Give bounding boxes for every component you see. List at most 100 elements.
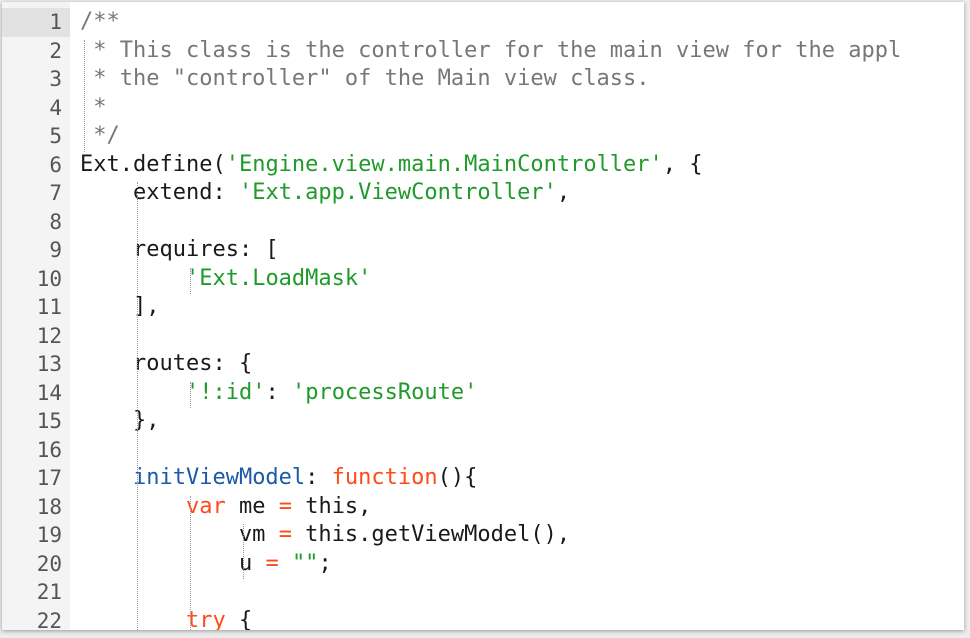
code-text: initViewModel: function(){ <box>80 464 477 493</box>
line-number: 12 <box>36 323 62 348</box>
code-line[interactable]: 21 <box>2 578 964 607</box>
line-number: 14 <box>36 380 62 405</box>
code-token-plain: (){ <box>437 465 478 490</box>
line-number: 10 <box>36 266 62 291</box>
code-token-plain: this, <box>291 493 372 519</box>
line-number: 5 <box>49 124 62 148</box>
code-text: routes: { <box>80 350 252 379</box>
code-text: }, <box>80 407 160 436</box>
indent-guide <box>190 381 191 408</box>
code-token-keyword: try <box>185 607 226 631</box>
code-token-operator: = <box>278 493 292 519</box>
code-text: /** <box>80 8 120 37</box>
code-text: 'Ext.LoadMask' <box>80 265 371 294</box>
code-token-string: "" <box>291 550 319 576</box>
line-number: 2 <box>49 38 62 63</box>
indent-guide <box>137 182 138 630</box>
code-text: extend: 'Ext.app.ViewController', <box>80 179 570 208</box>
code-line[interactable]: 3 * the "controller" of the Main view cl… <box>2 65 964 94</box>
code-token-plain: ], <box>80 294 160 319</box>
code-token-plain: { <box>225 607 253 631</box>
code-line[interactable]: 2 * This class is the controller for the… <box>2 37 964 66</box>
code-token-plain: Ext.define( <box>80 151 226 177</box>
code-token-plain: routes: { <box>80 351 253 376</box>
code-text: '!:id': 'processRoute' <box>80 379 477 408</box>
code-line[interactable]: 1 /** <box>2 8 964 37</box>
code-token-keyword: var <box>185 493 226 519</box>
code-token-plain: u <box>80 550 266 576</box>
indent-guide <box>243 524 244 579</box>
code-text: */ <box>80 122 120 151</box>
code-token-plain: vm <box>80 522 279 547</box>
code-token-plain: this.getViewModel(), <box>291 522 571 547</box>
code-line[interactable]: 10 'Ext.LoadMask' <box>2 265 964 294</box>
code-token-comment: * This class is the controller for the m… <box>80 37 902 63</box>
code-token-plain: : <box>305 465 332 490</box>
code-area[interactable]: 1 /** 2 * This class is the controller for… <box>2 8 964 630</box>
code-line[interactable]: 18 var me = this, <box>2 493 964 522</box>
line-number: 8 <box>49 209 62 234</box>
code-line[interactable]: 5 */ <box>2 122 964 151</box>
code-line[interactable]: 16 <box>2 436 964 465</box>
line-number: 1 <box>2 8 70 37</box>
line-number: 6 <box>49 152 62 177</box>
code-token-fname: initViewModel <box>132 465 306 490</box>
line-number: 20 <box>36 551 62 576</box>
code-token-plain: requires: [ <box>80 237 279 262</box>
code-line[interactable]: 9 requires: [ <box>2 236 964 265</box>
indent-guide <box>190 267 191 294</box>
code-line[interactable]: 8 <box>2 208 964 237</box>
indent-guide <box>84 39 85 152</box>
code-line[interactable]: 6 Ext.define('Engine.view.main.MainContro… <box>2 151 964 180</box>
line-number: 17 <box>36 466 62 490</box>
code-token-plain: : <box>265 379 292 405</box>
code-token-comment: */ <box>80 123 120 148</box>
code-token-string: 'Engine.view.main.MainController' <box>225 151 663 177</box>
indent-guide <box>190 495 191 630</box>
code-text: try { <box>80 607 252 631</box>
code-line[interactable]: 13 routes: { <box>2 350 964 379</box>
code-line[interactable]: 14 '!:id': 'processRoute' <box>2 379 964 408</box>
code-text: var me = this, <box>80 493 371 522</box>
code-token-comment: /** <box>80 9 120 34</box>
code-token-plain: ; <box>318 550 332 576</box>
code-token-string: 'Ext.LoadMask' <box>185 265 372 291</box>
line-number: 9 <box>49 238 62 262</box>
code-token-string: 'processRoute' <box>291 379 478 405</box>
code-token-plain: , <box>556 180 571 205</box>
code-text: * the "controller" of the Main view clas… <box>80 65 649 94</box>
code-token-operator: = <box>278 522 292 547</box>
code-token-operator: = <box>265 550 279 576</box>
code-line[interactable]: 22 try { <box>2 607 964 631</box>
code-text: ], <box>80 293 160 322</box>
line-number: 11 <box>36 295 62 319</box>
line-number: 13 <box>36 352 62 376</box>
code-line[interactable]: 19 vm = this.getViewModel(), <box>2 521 964 550</box>
code-line[interactable]: 17 initViewModel: function(){ <box>2 464 964 493</box>
code-token-plain: , { <box>662 151 703 177</box>
code-line[interactable]: 12 <box>2 322 964 351</box>
code-line[interactable]: 20 u = ""; <box>2 550 964 579</box>
code-line[interactable]: 7 extend: 'Ext.app.ViewController', <box>2 179 964 208</box>
line-number: 15 <box>36 409 62 433</box>
code-token-plain: me <box>225 493 279 519</box>
code-line[interactable]: 15 }, <box>2 407 964 436</box>
code-text: u = ""; <box>80 550 332 579</box>
code-token-string: '!:id' <box>185 379 266 405</box>
line-number: 21 <box>36 580 62 604</box>
code-text: requires: [ <box>80 236 279 265</box>
code-token-plain: }, <box>80 408 160 433</box>
code-token-string: 'Ext.app.ViewController' <box>238 180 557 205</box>
code-line[interactable]: 11 ], <box>2 293 964 322</box>
code-text: vm = this.getViewModel(), <box>80 521 570 550</box>
code-token-keyword: function <box>331 465 438 490</box>
code-text: Ext.define('Engine.view.main.MainControl… <box>80 151 703 180</box>
code-line[interactable]: 4 * <box>2 94 964 123</box>
line-number: 4 <box>49 95 62 120</box>
